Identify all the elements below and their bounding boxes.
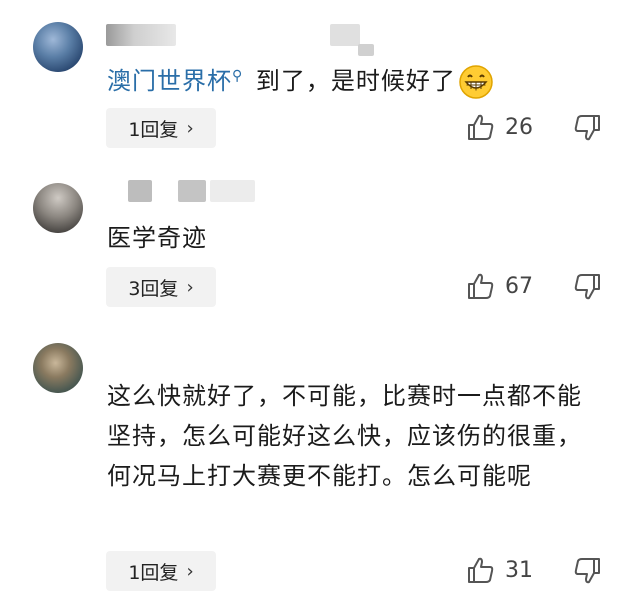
username-blurred: [358, 44, 374, 56]
like-count: 67: [505, 273, 533, 299]
comment-text: 医学奇迹: [107, 224, 207, 252]
username-blurred[interactable]: [106, 24, 176, 46]
reply-button[interactable]: 1回复 ›: [106, 551, 216, 591]
dislike-button[interactable]: [573, 113, 603, 147]
reply-label: 1回复: [128, 561, 179, 584]
grinning-face-emoji: [458, 64, 494, 100]
mention-link[interactable]: 澳门世界杯: [107, 67, 232, 95]
thumbs-up-icon: [468, 557, 494, 583]
thumbs-down-icon: [574, 558, 600, 584]
like-count: 26: [505, 114, 533, 140]
username-blurred: [210, 180, 255, 202]
chevron-right-icon: ›: [186, 117, 194, 139]
reply-label: 1回复: [128, 118, 179, 141]
avatar[interactable]: [33, 343, 83, 393]
chevron-right-icon: ›: [186, 560, 194, 582]
thumbs-up-icon: [468, 114, 494, 140]
username-blurred: [330, 24, 360, 46]
avatar[interactable]: [33, 183, 83, 233]
avatar[interactable]: [33, 22, 83, 72]
search-icon: ⚲: [232, 68, 244, 84]
comment-body: 到了，是时候好了: [247, 67, 456, 95]
reply-button[interactable]: 1回复 ›: [106, 108, 216, 148]
thumbs-up-icon: [468, 273, 494, 299]
username-blurred: [178, 180, 206, 202]
comment-text: 澳门世界杯⚲ 到了，是时候好了: [107, 56, 600, 101]
dislike-button[interactable]: [573, 556, 603, 590]
dislike-button[interactable]: [573, 272, 603, 306]
username-blurred[interactable]: [128, 180, 152, 202]
thumbs-down-icon: [574, 115, 600, 141]
like-button[interactable]: 31: [465, 555, 533, 585]
chevron-right-icon: ›: [186, 276, 194, 298]
reply-button[interactable]: 3回复 ›: [106, 267, 216, 307]
like-button[interactable]: 26: [465, 112, 533, 142]
thumbs-down-icon: [574, 274, 600, 300]
reply-label: 3回复: [128, 277, 179, 300]
like-count: 31: [505, 557, 533, 583]
like-button[interactable]: 67: [465, 271, 533, 301]
comment-text: 这么快就好了，不可能，比赛时一点都不能坚持，怎么可能好这么快，应该伤的很重，何况…: [107, 382, 582, 490]
